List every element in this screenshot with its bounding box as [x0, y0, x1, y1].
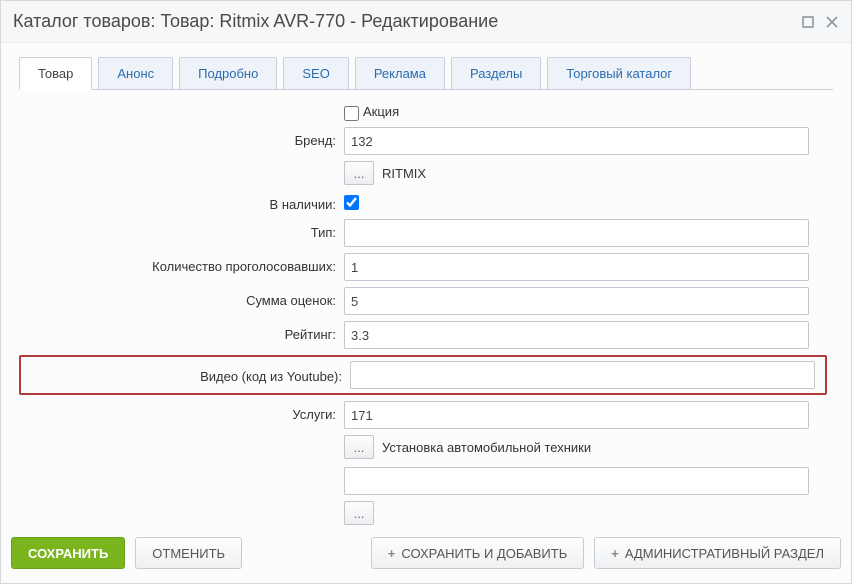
type-input[interactable] — [344, 219, 809, 247]
cancel-button[interactable]: ОТМЕНИТЬ — [135, 537, 242, 569]
votes-label: Количество проголосовавших: — [19, 253, 344, 274]
window-title: Каталог товаров: Товар: Ritmix AVR-770 -… — [13, 11, 791, 32]
services-input-2[interactable] — [344, 467, 809, 495]
rating-label: Рейтинг: — [19, 321, 344, 342]
brand-input[interactable] — [344, 127, 809, 155]
services-input[interactable] — [344, 401, 809, 429]
sum-label: Сумма оценок: — [19, 287, 344, 308]
tab-catalog[interactable]: Торговый каталог — [547, 57, 691, 90]
form-area: Акция Бренд: ... RITMIX В наличии: — [19, 89, 833, 525]
close-icon[interactable] — [825, 15, 839, 29]
tabs: Товар Анонс Подробно SEO Реклама Разделы… — [1, 43, 851, 90]
save-and-add-button[interactable]: + СОХРАНИТЬ И ДОБАВИТЬ — [371, 537, 584, 569]
brand-label: Бренд: — [19, 127, 344, 148]
row-video-highlighted: Видео (код из Youtube): — [19, 355, 827, 395]
action-checkbox[interactable] — [344, 106, 359, 121]
row-services: Услуги: ... Установка автомобильной техн… — [19, 401, 827, 525]
instock-checkbox[interactable] — [344, 195, 359, 210]
video-input[interactable] — [350, 361, 815, 389]
instock-label: В наличии: — [19, 191, 344, 212]
row-action: Акция — [19, 102, 827, 121]
admin-section-label: АДМИНИСТРАТИВНЫЙ РАЗДЕЛ — [625, 546, 824, 561]
row-brand: Бренд: ... RITMIX — [19, 127, 827, 185]
dialog-window: Каталог товаров: Товар: Ritmix AVR-770 -… — [0, 0, 852, 584]
services-pick-button[interactable]: ... — [344, 435, 374, 459]
tab-adv[interactable]: Реклама — [355, 57, 445, 90]
video-label: Видео (код из Youtube): — [25, 367, 350, 384]
row-type: Тип: — [19, 219, 827, 247]
admin-section-button[interactable]: + АДМИНИСТРАТИВНЫЙ РАЗДЕЛ — [594, 537, 841, 569]
sum-input[interactable] — [344, 287, 809, 315]
votes-input[interactable] — [344, 253, 809, 281]
services-pick-button-2[interactable]: ... — [344, 501, 374, 525]
tab-seo[interactable]: SEO — [283, 57, 348, 90]
form-scroll-inner[interactable]: Акция Бренд: ... RITMIX В наличии: — [19, 90, 833, 525]
tab-detail[interactable]: Подробно — [179, 57, 277, 90]
row-sum: Сумма оценок: — [19, 287, 827, 315]
row-votes: Количество проголосовавших: — [19, 253, 827, 281]
tab-sections[interactable]: Разделы — [451, 57, 541, 90]
services-label: Услуги: — [19, 401, 344, 422]
titlebar: Каталог товаров: Товар: Ritmix AVR-770 -… — [1, 1, 851, 43]
type-label: Тип: — [19, 219, 344, 240]
footer-toolbar: СОХРАНИТЬ ОТМЕНИТЬ + СОХРАНИТЬ И ДОБАВИТ… — [1, 525, 851, 583]
action-label: Акция — [363, 104, 399, 119]
rating-input[interactable] — [344, 321, 809, 349]
plus-icon: + — [611, 546, 619, 561]
row-rating: Рейтинг: — [19, 321, 827, 349]
services-resolved-label: Установка автомобильной техники — [382, 440, 591, 455]
tab-announce[interactable]: Анонс — [98, 57, 173, 90]
save-and-add-label: СОХРАНИТЬ И ДОБАВИТЬ — [401, 546, 567, 561]
brand-resolved-label: RITMIX — [382, 166, 426, 181]
row-instock: В наличии: — [19, 191, 827, 213]
plus-icon: + — [388, 546, 396, 561]
brand-pick-button[interactable]: ... — [344, 161, 374, 185]
save-button[interactable]: СОХРАНИТЬ — [11, 537, 125, 569]
maximize-icon[interactable] — [801, 15, 815, 29]
tab-product[interactable]: Товар — [19, 57, 92, 90]
